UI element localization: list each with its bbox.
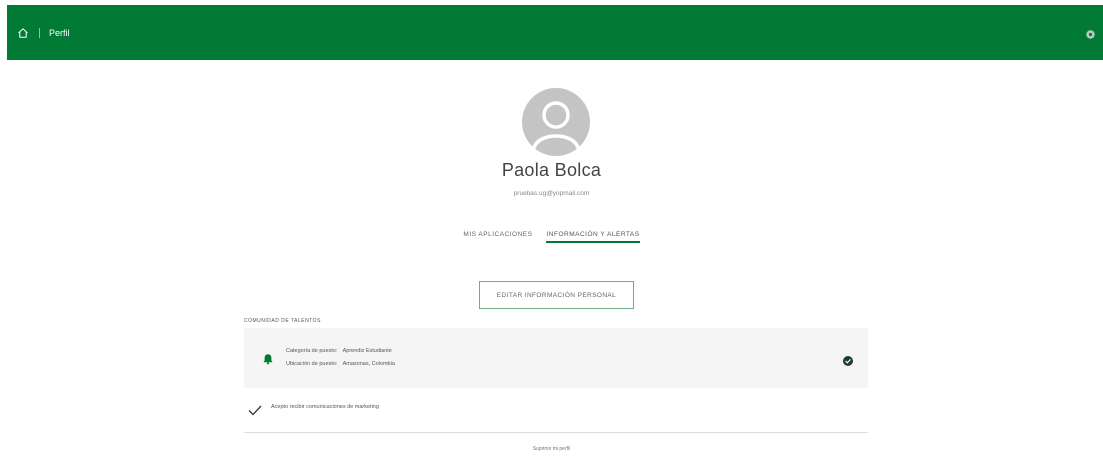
- tab-mis-aplicaciones[interactable]: MIS APLICACIONES: [463, 231, 532, 243]
- checkmark-icon[interactable]: [248, 403, 262, 416]
- bell-icon: [262, 352, 274, 365]
- home-icon[interactable]: [15, 25, 31, 41]
- marketing-consent-row: Acepto recibir comunicaciones de marketi…: [244, 397, 868, 433]
- talent-community-heading: COMUNIDAD DE TALENTOS: [244, 318, 321, 324]
- talent-details: Categoría de puesto: Aprendiz Estudiante…: [286, 345, 395, 371]
- profile-email: pruebas.ug@yopmail.com: [513, 190, 590, 197]
- job-location-label: Ubicación de puesto:: [286, 361, 338, 367]
- job-category-row: Categoría de puesto: Aprendiz Estudiante: [286, 345, 395, 358]
- tab-informacion-alertas[interactable]: INFORMACIÓN Y ALERTAS: [546, 231, 640, 243]
- profile-tabs: MIS APLICACIONES INFORMACIÓN Y ALERTAS: [0, 231, 1103, 243]
- profile-name: Paola Bolca: [501, 160, 602, 180]
- job-category-value: Aprendiz Estudiante: [342, 348, 392, 354]
- marketing-consent-label: Acepto recibir comunicaciones de marketi…: [271, 404, 379, 410]
- check-circle-icon: [843, 353, 853, 366]
- job-location-row: Ubicación de puesto: Amazonas, Colombia: [286, 358, 395, 371]
- edit-personal-info-button[interactable]: EDITAR INFORMACIÓN PERSONAL: [479, 281, 634, 309]
- breadcrumb-divider: [39, 27, 40, 38]
- talent-community-card: Categoría de puesto: Aprendiz Estudiante…: [244, 328, 868, 388]
- job-category-label: Categoría de puesto:: [286, 348, 338, 354]
- delete-profile-link[interactable]: Suprimir mi perfil: [0, 446, 1103, 452]
- gear-icon[interactable]: [1085, 27, 1096, 39]
- job-location-value: Amazonas, Colombia: [342, 361, 395, 367]
- top-app-bar: Perfil: [7, 5, 1103, 60]
- user-avatar-icon: [522, 88, 590, 156]
- page-title: Perfil: [49, 27, 70, 38]
